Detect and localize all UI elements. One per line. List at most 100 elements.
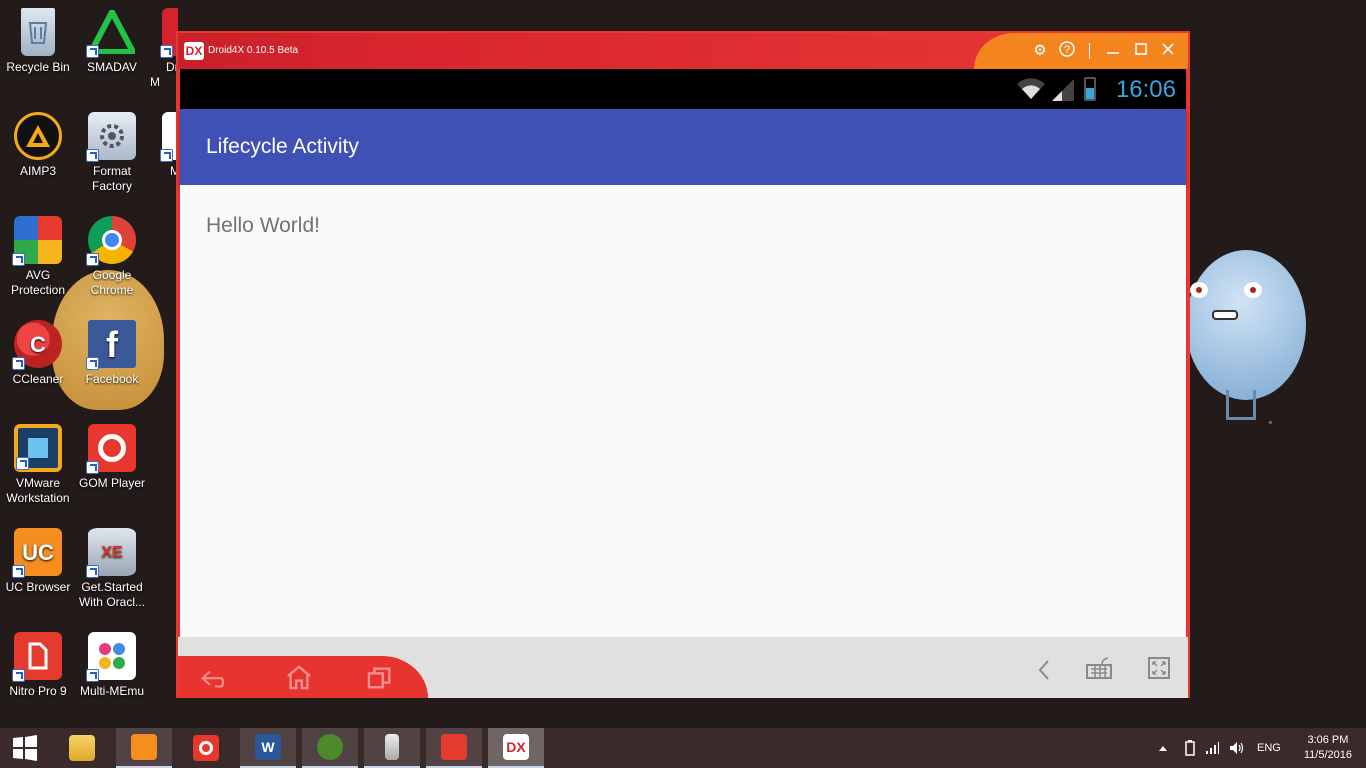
desktop-icon-vmware[interactable]: VMware Workstation — [0, 424, 76, 506]
generic-app-icon — [385, 734, 399, 760]
battery-icon — [1084, 77, 1096, 101]
maximize-button[interactable] — [1131, 41, 1151, 61]
recent-apps-icon[interactable] — [365, 665, 395, 691]
language-indicator[interactable]: ENG — [1257, 742, 1281, 768]
desktop-icon-droid4x-multi[interactable]: Dr M — [150, 8, 178, 90]
desktop-icon-memu[interactable]: Multi-MEmu — [74, 632, 150, 699]
desktop-icon-label: GOM Player — [78, 476, 145, 490]
minimize-button[interactable] — [1103, 41, 1123, 61]
facebook-icon: f — [86, 320, 136, 370]
desktop-icon-label: M — [170, 164, 178, 178]
desktop-icon-nitro[interactable]: Nitro Pro 9 — [0, 632, 76, 699]
desktop-icon-gom-player[interactable]: GOM Player — [74, 424, 150, 491]
titlebar-separator — [1089, 43, 1090, 59]
droid4x-logo-icon: DX — [184, 42, 204, 60]
droid4x-icon: DX — [503, 734, 529, 760]
desktop-icon-label: Dr M — [150, 60, 178, 89]
oracle-icon: XE — [86, 528, 136, 578]
desktop-icon-facebook[interactable]: f Facebook — [74, 320, 150, 387]
avg-icon — [12, 216, 62, 266]
taskbar-droid4x[interactable]: DX — [488, 728, 544, 768]
desktop-icon-label: AIMP3 — [19, 164, 56, 178]
wallpaper-blob-character — [1186, 250, 1306, 420]
gom-player-icon — [86, 424, 136, 474]
hello-text: Hello World! — [206, 214, 320, 237]
android-studio-icon — [317, 734, 343, 760]
file-explorer-icon — [69, 735, 95, 761]
ccleaner-icon: C — [12, 320, 62, 370]
nitro-icon — [12, 632, 62, 682]
titlebar-accent — [974, 33, 1188, 69]
windows-taskbar: W DX ENG 3:06 PM 11/5/2016 — [0, 728, 1366, 768]
desktop-icon-label: VMware Workstation — [6, 476, 70, 505]
chrome-icon — [86, 216, 136, 266]
cell-signal-icon — [1052, 79, 1074, 101]
uc-browser-icon — [131, 734, 157, 760]
desktop-icon-avg[interactable]: AVG Protection — [0, 216, 76, 298]
recycle-bin-icon — [21, 8, 55, 56]
emulator-nav-bar — [178, 637, 1188, 698]
clock-date: 11/5/2016 — [1303, 749, 1352, 761]
volume-tray-icon[interactable] — [1228, 740, 1244, 756]
desktop-icon-ccleaner[interactable]: C CCleaner — [0, 320, 76, 387]
home-icon[interactable] — [284, 664, 314, 690]
window-titlebar[interactable]: DX Droid4X 0.10.5 Beta ⚙ ? — [178, 33, 1188, 69]
desktop-icon-label: SMADAV — [87, 60, 137, 74]
network-tray-icon[interactable] — [1204, 740, 1220, 756]
svg-text:?: ? — [1064, 44, 1070, 56]
desktop-icon-smadav[interactable]: SMADAV — [74, 8, 150, 75]
vmware-icon — [14, 424, 62, 472]
taskbar-nitro[interactable] — [426, 728, 482, 768]
taskbar-gom-player[interactable] — [178, 728, 234, 768]
fullscreen-icon[interactable] — [1144, 655, 1174, 681]
taskbar-android-studio[interactable] — [302, 728, 358, 768]
desktop-icon-oracle[interactable]: XE Get.Started With Oracl... — [74, 528, 150, 610]
taskbar-uc-browser[interactable] — [116, 728, 172, 768]
desktop-icon-label: AVG Protection — [10, 268, 66, 297]
taskbar-clock[interactable]: 3:06 PM 11/5/2016 — [1304, 733, 1352, 763]
desktop-icon-aimp[interactable]: AIMP3 — [0, 112, 76, 179]
uc-browser-icon: UC — [12, 528, 62, 578]
collapse-chevron-icon[interactable] — [1034, 657, 1054, 683]
gom-player-icon — [193, 735, 219, 761]
help-icon[interactable]: ? — [1057, 41, 1077, 61]
emulator-window: DX Droid4X 0.10.5 Beta ⚙ ? 16:06 Lifecyc… — [176, 31, 1190, 698]
app-content: Hello World! — [180, 185, 1186, 637]
desktop-icon-label: Facebook — [85, 372, 139, 386]
back-arrow-icon[interactable] — [200, 666, 230, 692]
status-time: 16:06 — [1115, 76, 1176, 103]
nitro-icon — [441, 734, 467, 760]
desktop-icon-recycle-bin[interactable]: Recycle Bin — [0, 8, 76, 75]
app-toolbar: Lifecycle Activity — [180, 109, 1186, 185]
clock-time: 3:06 PM — [1307, 734, 1349, 746]
word-icon: W — [255, 734, 281, 760]
memu-icon — [86, 632, 136, 682]
desktop-icon-label: Recycle Bin — [6, 60, 70, 74]
desktop-icon-m-app[interactable]: M — [150, 112, 178, 179]
desktop-icon-label: Format Factory — [91, 164, 132, 193]
keyboard-mapping-icon[interactable] — [1084, 655, 1114, 681]
taskbar-word[interactable]: W — [240, 728, 296, 768]
android-status-bar: 16:06 — [180, 69, 1186, 109]
aimp-icon — [14, 112, 62, 160]
taskbar-generic-app[interactable] — [364, 728, 420, 768]
window-title: Droid4X 0.10.5 Beta — [208, 45, 299, 56]
desktop-icon-label: Google Chrome — [90, 268, 134, 297]
app-title: Lifecycle Activity — [206, 135, 359, 158]
show-hidden-icons-chevron-icon[interactable] — [1158, 744, 1168, 752]
smadav-icon — [86, 8, 136, 58]
desktop-icon-uc-browser[interactable]: UC UC Browser — [0, 528, 76, 595]
wifi-icon — [1017, 78, 1045, 99]
close-button[interactable] — [1158, 41, 1178, 61]
desktop-icon-label: CCleaner — [12, 372, 64, 386]
desktop-icon-label: Get.Started With Oracl... — [78, 580, 145, 609]
desktop-icon-format-factory[interactable]: Format Factory — [74, 112, 150, 194]
format-factory-icon — [86, 112, 136, 162]
start-button[interactable] — [0, 728, 50, 768]
desktop-icon-chrome[interactable]: Google Chrome — [74, 216, 150, 298]
desktop-icon-label: Multi-MEmu — [79, 684, 144, 698]
settings-gear-icon[interactable]: ⚙ — [1030, 41, 1050, 61]
battery-tray-icon[interactable] — [1184, 740, 1196, 756]
taskbar-file-explorer[interactable] — [54, 728, 110, 768]
windows-logo-icon — [13, 735, 37, 761]
